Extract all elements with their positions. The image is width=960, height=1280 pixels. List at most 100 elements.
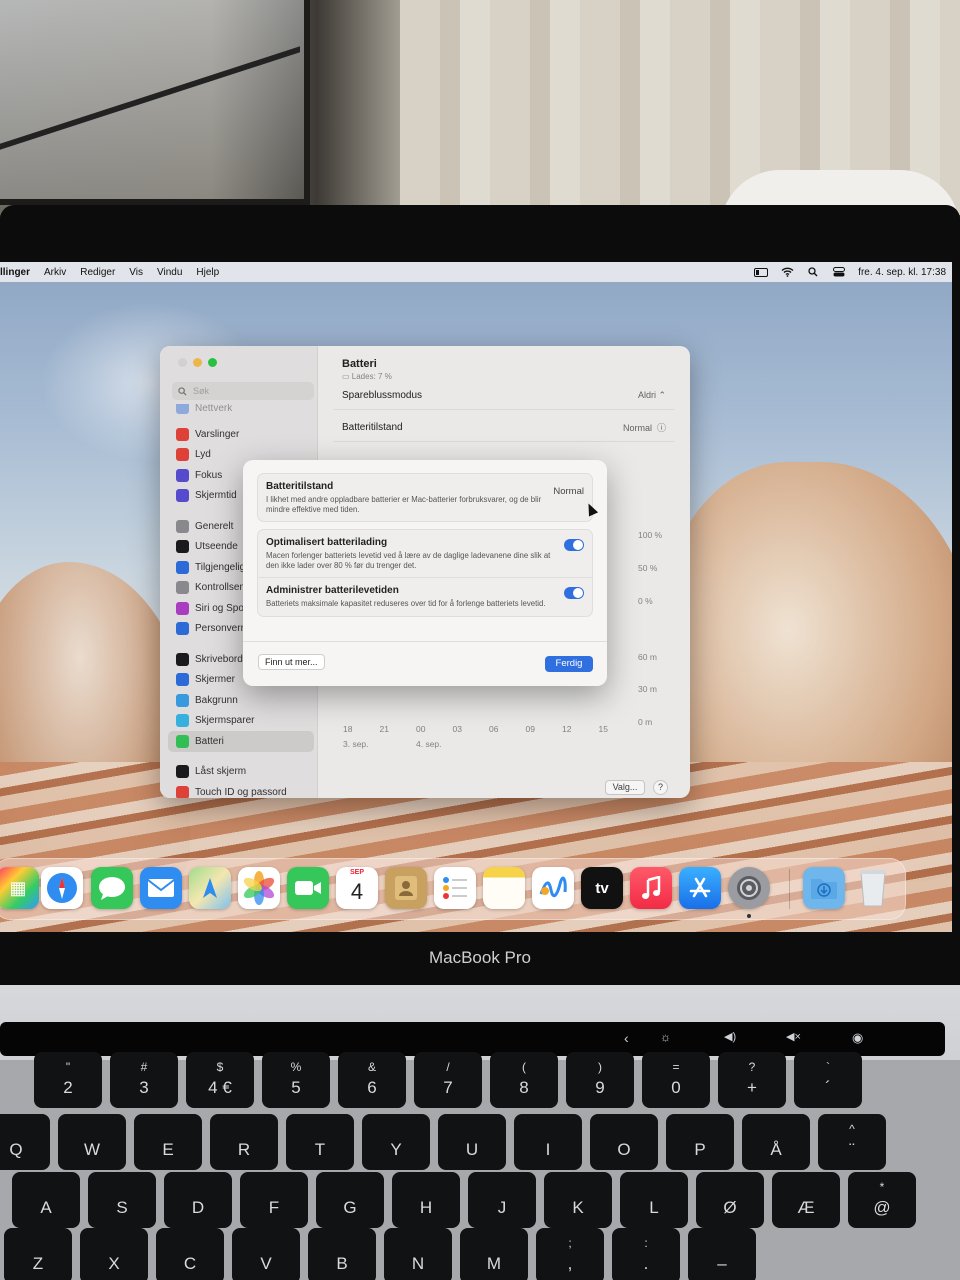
key[interactable]: $4 € (186, 1052, 254, 1108)
key-shift-label: & (367, 1060, 376, 1074)
key[interactable]: ` ´ (794, 1052, 862, 1108)
brightness-icon[interactable]: ☼ (660, 1030, 671, 1044)
key[interactable]: G (316, 1172, 384, 1228)
app-store-icon[interactable] (679, 867, 721, 909)
key[interactable]: T (286, 1114, 354, 1170)
key[interactable]: – (688, 1228, 756, 1280)
calendar-icon[interactable]: SEP 4 (336, 867, 378, 909)
key[interactable]: Z (4, 1228, 72, 1280)
siri-icon[interactable]: ◉ (852, 1030, 863, 1046)
key[interactable]: Æ (772, 1172, 840, 1228)
maps-icon[interactable] (189, 867, 231, 909)
notes-icon[interactable] (483, 867, 525, 909)
key-shift-label: $ (216, 1060, 224, 1074)
optimized-charging-toggle[interactable] (564, 539, 584, 551)
learn-more-button[interactable]: Finn ut mer... (258, 654, 325, 670)
key[interactable]: U (438, 1114, 506, 1170)
key[interactable]: K (544, 1172, 612, 1228)
music-icon[interactable] (630, 867, 672, 909)
launchpad-icon[interactable]: ▦ (0, 867, 39, 909)
volume-icon[interactable]: ◀) (724, 1030, 736, 1043)
messages-icon[interactable] (91, 867, 133, 909)
charging-options-card: Optimalisert batterilading Macen forleng… (257, 529, 593, 618)
menu-arkiv[interactable]: Arkiv (44, 267, 66, 278)
key[interactable]: (8 (490, 1052, 558, 1108)
done-button[interactable]: Ferdig (545, 656, 593, 672)
key[interactable]: P (666, 1114, 734, 1170)
menu-vindu[interactable]: Vindu (157, 267, 182, 278)
manage-longevity-toggle[interactable] (564, 587, 584, 600)
key[interactable]: % 5 (262, 1052, 330, 1108)
key[interactable]: H (392, 1172, 460, 1228)
calendar-day: 4 (350, 879, 364, 904)
key[interactable]: F (240, 1172, 308, 1228)
key-label: B (336, 1254, 348, 1273)
key[interactable]: D (164, 1172, 232, 1228)
key[interactable]: ^ ¨ (818, 1114, 886, 1170)
key[interactable]: #3 (110, 1052, 178, 1108)
key[interactable]: = 0 (642, 1052, 710, 1108)
safari-icon[interactable] (41, 867, 83, 909)
key-label: X (108, 1254, 120, 1273)
spotlight-search-icon[interactable] (806, 266, 820, 278)
key[interactable]: Ø (696, 1172, 764, 1228)
key[interactable]: C (156, 1228, 224, 1280)
keyboard: " 2 #3 $4 €% 5 & 6/7(8) 9 = 0? + ` ´ Q W E R T Y U I O P Å ^ ¨ A S D… (0, 1052, 960, 1280)
key-label: D (191, 1198, 205, 1217)
manage-longevity-description: Batteriets maksimale kapasitet reduseres… (266, 599, 546, 609)
key[interactable]: Y (362, 1114, 430, 1170)
facetime-icon[interactable] (287, 867, 329, 909)
key[interactable]: ;, (536, 1228, 604, 1280)
key[interactable]: B (308, 1228, 376, 1280)
key-shift-label: " (65, 1060, 71, 1074)
key[interactable]: /7 (414, 1052, 482, 1108)
key[interactable]: A (12, 1172, 80, 1228)
wifi-icon[interactable] (780, 266, 794, 278)
key-shift-label: ? (748, 1060, 756, 1074)
key[interactable]: O (590, 1114, 658, 1170)
battery-health-item: Batteritilstand I likhet med andre oppla… (258, 474, 592, 521)
dialog-footer: Finn ut mer... Ferdig (243, 641, 607, 686)
menu-rediger[interactable]: Rediger (80, 267, 115, 278)
mail-icon[interactable] (140, 867, 182, 909)
contacts-icon[interactable] (385, 867, 427, 909)
key-label: Å (770, 1140, 782, 1159)
menu-hjelp[interactable]: Hjelp (196, 267, 219, 278)
key[interactable]: :. (612, 1228, 680, 1280)
key[interactable]: & 6 (338, 1052, 406, 1108)
menu-vis[interactable]: Vis (129, 267, 143, 278)
reminders-icon[interactable] (434, 867, 476, 909)
key[interactable]: S (88, 1172, 156, 1228)
key[interactable]: J (468, 1172, 536, 1228)
freeform-icon[interactable] (532, 867, 574, 909)
key[interactable]: R (210, 1114, 278, 1170)
trash-icon[interactable] (852, 867, 894, 909)
key[interactable]: W (58, 1114, 126, 1170)
photos-icon[interactable] (238, 867, 280, 909)
key[interactable]: M (460, 1228, 528, 1280)
key[interactable]: ? + (718, 1052, 786, 1108)
key[interactable]: " 2 (34, 1052, 102, 1108)
key[interactable]: L (620, 1172, 688, 1228)
key[interactable]: N (384, 1228, 452, 1280)
downloads-folder-icon[interactable] (803, 867, 845, 909)
key[interactable]: Q (0, 1114, 50, 1170)
mute-icon[interactable]: ◀× (786, 1030, 801, 1043)
key[interactable]: ) 9 (566, 1052, 634, 1108)
key-label: 9 (595, 1078, 605, 1097)
key[interactable]: V (232, 1228, 300, 1280)
key-label: R (237, 1140, 251, 1159)
key[interactable]: * @ (848, 1172, 916, 1228)
key[interactable]: Å (742, 1114, 810, 1170)
battery-status-icon[interactable] (754, 266, 769, 278)
apple-tv-icon[interactable]: tv (581, 867, 623, 909)
touchbar-collapse-icon[interactable]: ‹ (624, 1030, 629, 1046)
key-shift-label: / (446, 1060, 450, 1074)
key[interactable]: I (514, 1114, 582, 1170)
menu-app[interactable]: llinger (0, 267, 30, 278)
system-settings-icon[interactable] (728, 867, 770, 909)
menu-clock[interactable]: fre. 4. sep. kl. 17:38 (858, 267, 946, 278)
control-center-icon[interactable] (832, 266, 846, 278)
key[interactable]: X (80, 1228, 148, 1280)
key[interactable]: E (134, 1114, 202, 1170)
